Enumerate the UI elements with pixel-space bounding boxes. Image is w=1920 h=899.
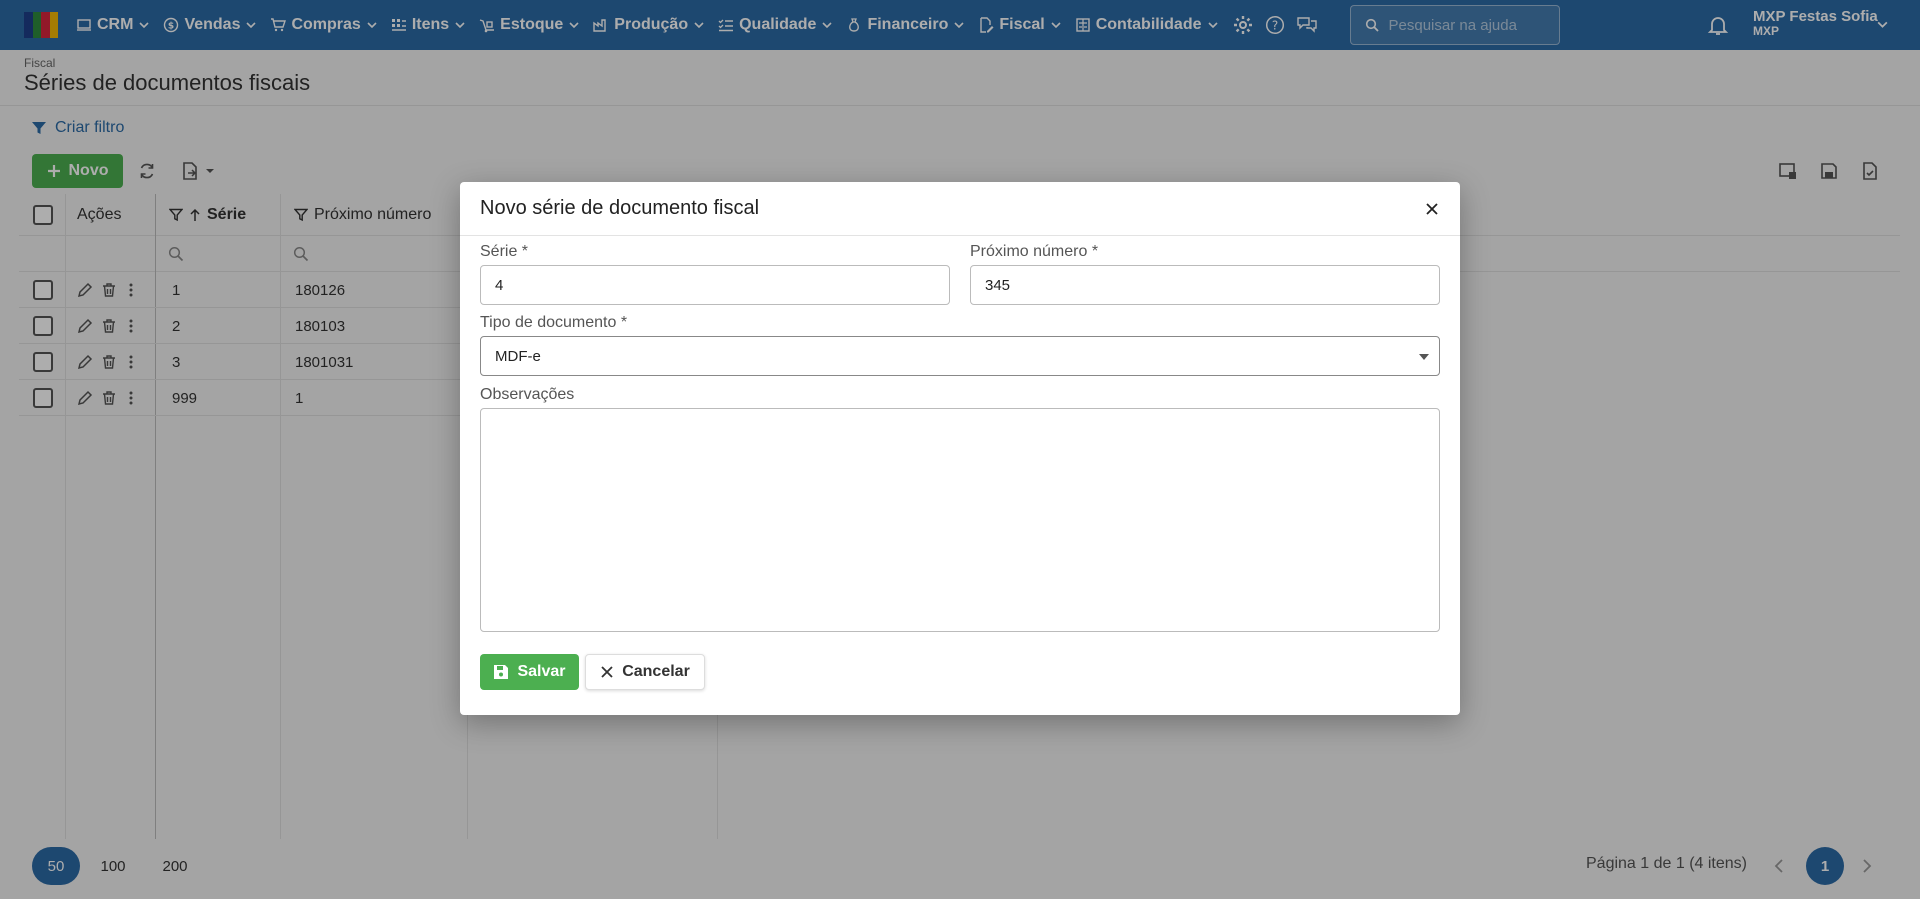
cancel-button-label: Cancelar [622,663,690,680]
save-button[interactable]: Salvar [480,654,579,690]
document-type-label: Tipo de documento * [480,314,628,331]
close-icon [601,666,613,678]
caret-down-icon [1419,354,1429,360]
notes-textarea[interactable] [480,408,1440,632]
new-series-dialog: Novo série de documento fiscal Série * P… [460,182,1460,715]
next-number-label: Próximo número * [970,243,1099,260]
cancel-button[interactable]: Cancelar [585,654,705,690]
document-type-value: MDF-e [495,347,541,365]
document-type-select[interactable]: MDF-e [480,336,1440,376]
dialog-header: Novo série de documento fiscal [460,182,1460,236]
save-button-label: Salvar [517,663,566,680]
notes-label: Observações [480,386,575,403]
serie-input[interactable] [480,265,950,305]
floppy-icon [494,665,509,679]
next-number-input[interactable] [970,265,1440,305]
serie-label: Série * [480,243,529,260]
close-icon[interactable] [1424,201,1440,217]
dialog-title: Novo série de documento fiscal [480,197,760,219]
